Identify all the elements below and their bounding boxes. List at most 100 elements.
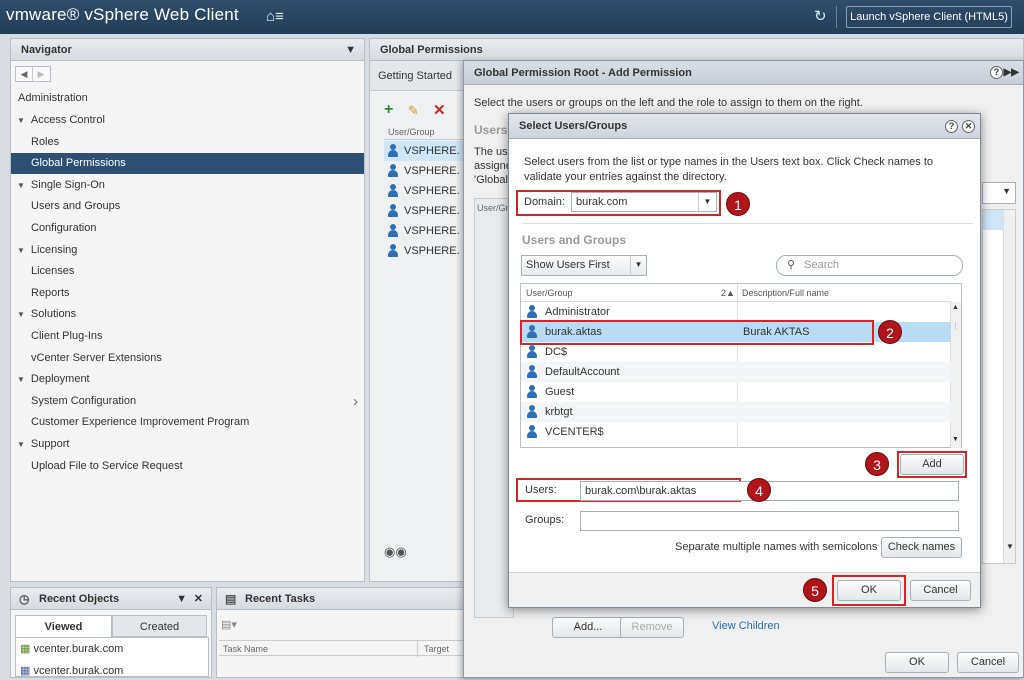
list-item-label: VSPHERE. (404, 165, 460, 177)
cancel-button[interactable]: Cancel (957, 652, 1019, 673)
callout-badge: 1 (726, 192, 750, 216)
home-menu-icon[interactable]: ⌂≡ (266, 8, 284, 25)
user-icon (527, 424, 537, 438)
sidebar-item[interactable]: ▼ Access Control (11, 110, 364, 131)
column-description[interactable]: Description/Full name (737, 284, 829, 302)
list-item[interactable]: VSPHERE. (384, 201, 464, 221)
pin-icon[interactable]: ▼ (345, 39, 356, 61)
sidebar-item[interactable]: ▼ Support (11, 434, 364, 455)
back-icon[interactable]: ◀ (16, 67, 33, 81)
users-table-header: User/Group 2▲ Description/Full name (521, 284, 951, 302)
sidebar-item[interactable]: System Configuration › (11, 391, 364, 412)
recent-tasks-title-text: Recent Tasks (245, 593, 316, 605)
list-item[interactable]: VSPHERE. (384, 161, 464, 181)
help-icon[interactable]: ? (945, 120, 958, 133)
add-button[interactable]: Add (900, 454, 964, 475)
recent-objects-icon: ◷ (19, 592, 30, 606)
sidebar-item[interactable]: ▼ Solutions (11, 304, 364, 325)
close-icon[interactable]: ✕ (194, 588, 203, 610)
table-row[interactable]: Administrator (521, 302, 951, 322)
sidebar-item[interactable]: Upload File to Service Request (11, 456, 364, 477)
sidebar-item[interactable]: Global Permissions (11, 153, 364, 175)
recent-objects-title-text: Recent Objects (39, 593, 120, 605)
tasks-filter-icon[interactable]: ▤▾ (221, 618, 237, 631)
expand-triangle-icon[interactable]: ▼ (17, 434, 25, 455)
table-row[interactable]: VCENTER$ (521, 422, 951, 442)
column-user-group[interactable]: User/Group (526, 284, 573, 302)
list-item[interactable]: VSPHERE. (384, 221, 464, 241)
pin-icon[interactable]: ▼ (176, 588, 187, 610)
scroll-down-icon[interactable]: ▼ (952, 436, 959, 443)
scroll-down-icon[interactable]: ▼ (1006, 542, 1014, 551)
table-row[interactable]: DefaultAccount (521, 362, 951, 382)
cancel-button[interactable]: Cancel (910, 580, 971, 601)
list-item[interactable]: VSPHERE. (384, 181, 464, 201)
view-children-link[interactable]: View Children (712, 620, 780, 632)
list-item[interactable]: VSPHERE. (384, 141, 464, 161)
domain-select[interactable]: burak.com ▼ (571, 192, 717, 212)
list-item[interactable]: ▦ vcenter.burak.com (20, 662, 123, 680)
sidebar-item[interactable]: ▼ Deployment (11, 369, 364, 390)
tab-created[interactable]: Created (112, 615, 207, 637)
divider (523, 223, 973, 224)
sidebar-item[interactable]: Configuration (11, 218, 364, 239)
expand-triangle-icon[interactable]: ▼ (17, 369, 25, 390)
sidebar-item[interactable]: Reports (11, 283, 364, 304)
sidebar-item[interactable]: ▼ Single Sign-On (11, 175, 364, 196)
navigator-panel: Navigator ▼ ◀ ▶ Administration ▼ Access Co… (10, 38, 365, 582)
add-user-button[interactable]: Add... (552, 617, 624, 638)
sidebar-item-label: System Configuration (31, 394, 137, 407)
sidebar-item[interactable]: Customer Experience Improvement Program (11, 412, 364, 433)
history-nav[interactable]: ◀ ▶ (15, 66, 51, 82)
expand-triangle-icon[interactable]: ▼ (17, 110, 25, 131)
sidebar-item[interactable]: ▼ Licensing (11, 240, 364, 261)
table-row[interactable]: krbtgt (521, 402, 951, 422)
ok-button[interactable]: OK (837, 580, 901, 601)
remove-user-button[interactable]: Remove (620, 617, 684, 638)
sidebar-item[interactable]: vCenter Server Extensions (11, 348, 364, 369)
scroll-thumb[interactable]: ⋮ (952, 322, 959, 330)
scrollbar[interactable]: ▼ (1003, 210, 1015, 563)
sidebar-item[interactable]: Users and Groups (11, 196, 364, 217)
sidebar-item-label: Deployment (30, 373, 90, 386)
help-icon[interactable]: ? (990, 66, 1003, 79)
close-icon[interactable]: ✕ (962, 120, 975, 133)
expand-triangle-icon[interactable]: ▼ (17, 304, 25, 325)
filter-dropdown[interactable]: Show Users First ▼ (521, 255, 647, 276)
expand-triangle-icon[interactable]: ▼ (17, 240, 25, 261)
list-item[interactable]: ▦ vcenter.burak.com (20, 640, 123, 658)
list-item[interactable]: VSPHERE. (384, 241, 464, 261)
add-permission-icon[interactable]: + (384, 101, 393, 119)
sort-indicator[interactable]: 2▲ (721, 284, 735, 302)
groups-field[interactable] (580, 511, 959, 531)
sidebar-item[interactable]: Roles (11, 132, 364, 153)
check-names-button[interactable]: Check names (881, 537, 962, 558)
role-dropdown[interactable]: ▼ (982, 182, 1016, 204)
scrollbar[interactable]: ▲ ⋮ ▼ (950, 302, 961, 448)
tab-getting-started[interactable]: Getting Started (370, 61, 460, 91)
search-input[interactable]: ⚲ Search (776, 255, 963, 276)
edit-icon[interactable]: ✎ (408, 103, 419, 119)
list-item-label: VSPHERE. (404, 225, 460, 237)
sidebar-item[interactable]: Client Plug-Ins (11, 326, 364, 347)
table-row[interactable]: DC$ (521, 342, 951, 362)
launch-html5-button[interactable]: Launch vSphere Client (HTML5) (846, 6, 1012, 28)
tab-viewed[interactable]: Viewed (15, 615, 112, 637)
expand-triangle-icon[interactable]: ▼ (17, 175, 25, 196)
ok-button[interactable]: OK (885, 652, 949, 673)
column-target[interactable]: Target (417, 641, 449, 657)
column-task-name[interactable]: Task Name (223, 641, 268, 657)
scroll-up-icon[interactable]: ▲ (952, 304, 959, 311)
forward-icon[interactable]: ▶ (33, 67, 49, 81)
refresh-icon[interactable]: ↻ (814, 7, 827, 25)
select-users-title-text: Select Users/Groups (519, 120, 628, 132)
chevron-right-icon[interactable]: › (353, 391, 358, 412)
user-name: DefaultAccount (545, 366, 620, 378)
binoculars-icon[interactable]: ◉◉ (384, 544, 407, 560)
expand-icon[interactable]: ▶▶ (1004, 61, 1019, 85)
partial-text-line: The us (474, 146, 508, 158)
domain-label: Domain: (524, 196, 565, 208)
table-row[interactable]: Guest (521, 382, 951, 402)
delete-icon[interactable]: ✕ (433, 101, 446, 119)
sidebar-item[interactable]: Licenses (11, 261, 364, 282)
